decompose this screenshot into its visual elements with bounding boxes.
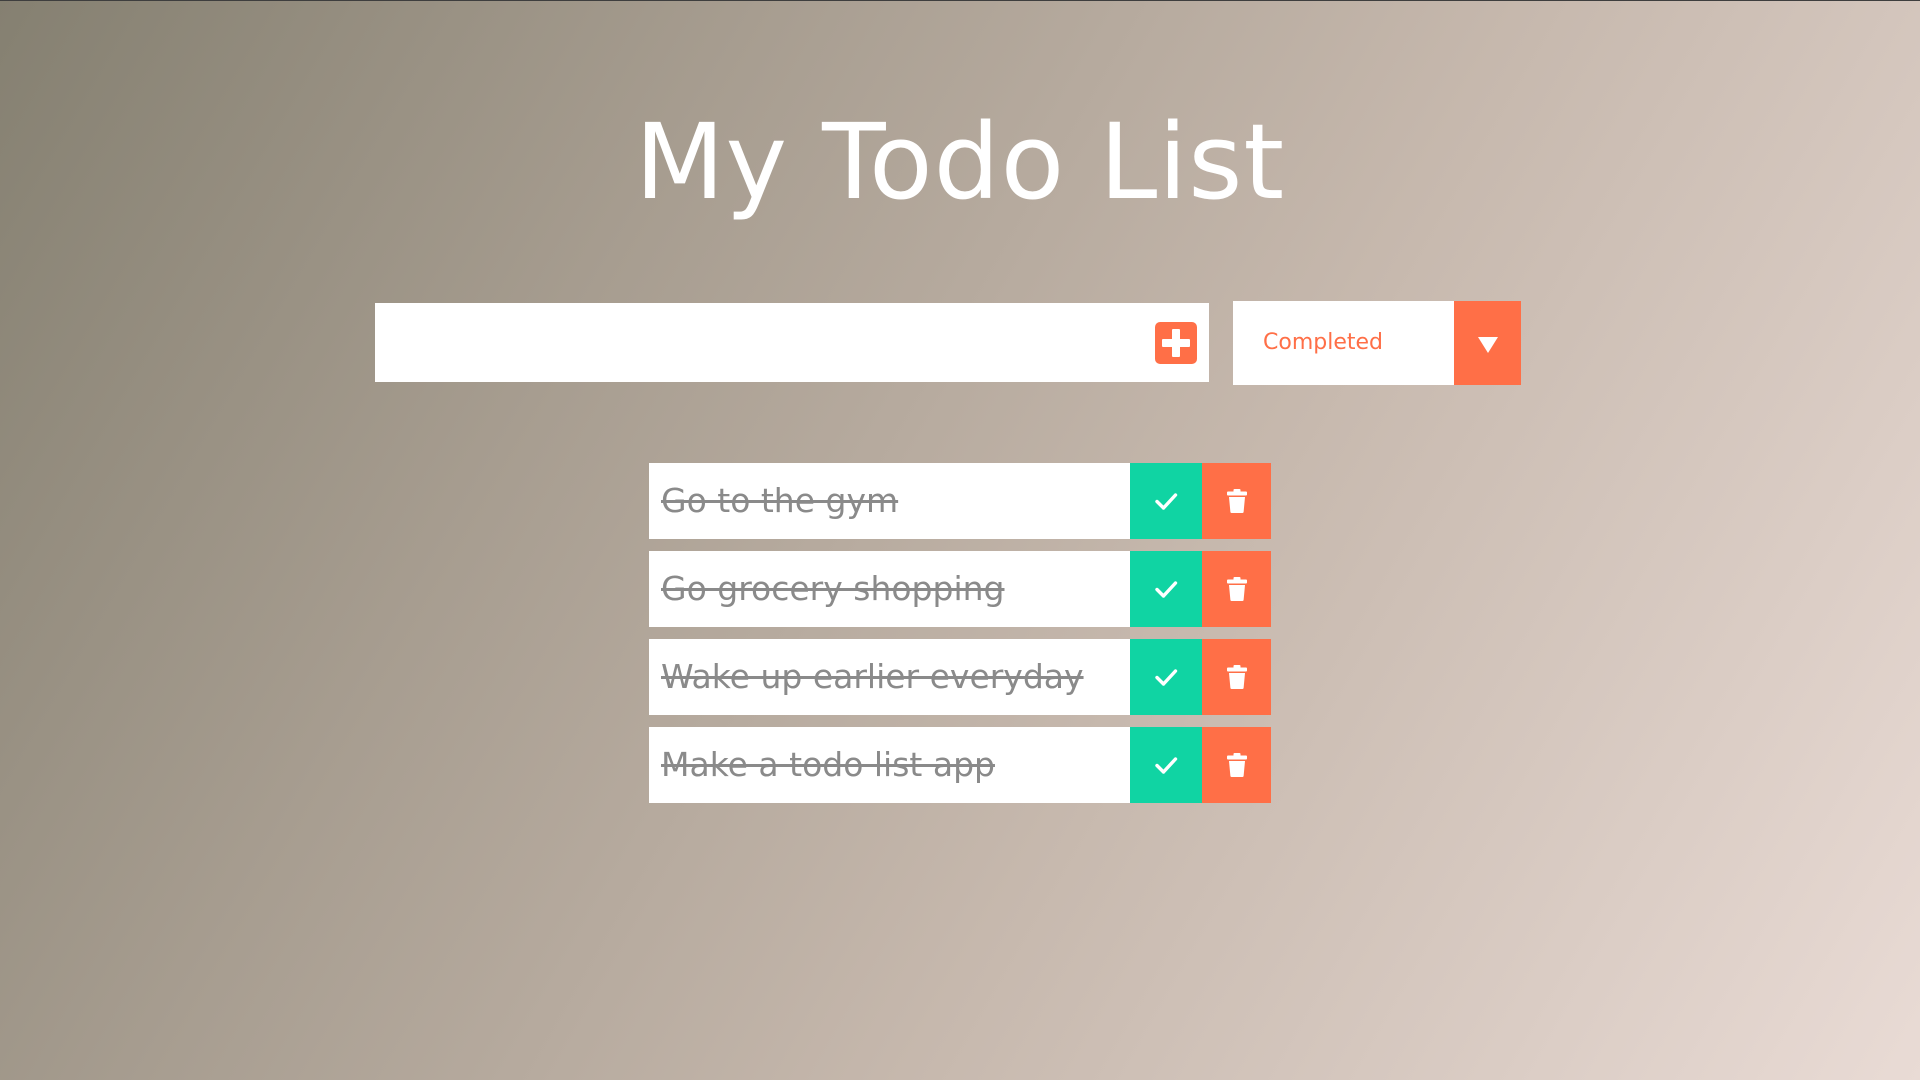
todo-item: Wake up earlier everyday [649,639,1271,715]
delete-button[interactable] [1202,551,1271,627]
todo-item: Make a todo list app [649,727,1271,803]
delete-button[interactable] [1202,639,1271,715]
check-icon [1155,669,1178,686]
filter-select[interactable]: Completed [1233,301,1521,385]
complete-button[interactable] [1130,463,1202,539]
top-border-line [0,0,1920,1]
todo-text: Go to the gym [661,481,899,520]
todo-item: Go to the gym [649,463,1271,539]
triangle-down-icon [1478,337,1498,353]
complete-button[interactable] [1130,551,1202,627]
delete-button[interactable] [1202,463,1271,539]
filter-dropdown-button[interactable] [1454,301,1521,385]
todo-form [375,303,1209,382]
page-title: My Todo List [634,101,1286,223]
add-todo-button[interactable] [1155,322,1197,364]
todo-list: Go to the gym Go grocery shopping Wake u… [649,463,1271,815]
check-icon [1155,757,1178,774]
trash-icon [1227,753,1247,777]
trash-icon [1227,489,1247,513]
trash-icon [1227,577,1247,601]
todo-text: Make a todo list app [661,745,995,784]
trash-icon [1227,665,1247,689]
todo-text: Go grocery shopping [661,569,1005,608]
check-icon [1155,493,1178,510]
delete-button[interactable] [1202,727,1271,803]
complete-button[interactable] [1130,639,1202,715]
plus-icon-bar [1162,339,1190,347]
todo-item: Go grocery shopping [649,551,1271,627]
complete-button[interactable] [1130,727,1202,803]
todo-text: Wake up earlier everyday [661,657,1084,696]
filter-selected-value: Completed [1263,330,1383,355]
check-icon [1155,581,1178,598]
todo-input[interactable] [375,303,1135,382]
